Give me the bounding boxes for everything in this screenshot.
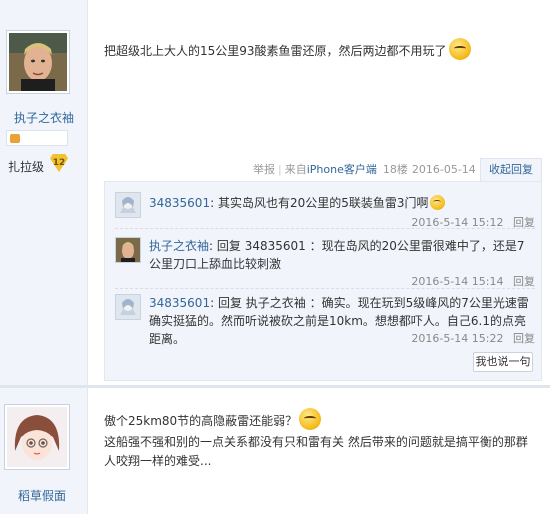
- reply-body: 执子之衣袖: 回复 34835601 ：现在岛风的20公里雷很难中了，还是7公里…: [149, 237, 534, 273]
- say-something-button[interactable]: 我也说一句: [473, 352, 533, 372]
- reply-date: 2016-5-14 15:14: [411, 275, 504, 288]
- meta-separator: |: [278, 162, 282, 176]
- reply-meta: 2016-5-14 15:22 回复: [411, 330, 535, 346]
- reply-avatar-image: [116, 295, 140, 319]
- reply-item: 执子之衣袖: 回复 34835601 ：现在岛风的20公里雷很难中了，还是7公里…: [115, 237, 535, 289]
- reply-avatar[interactable]: [115, 192, 141, 218]
- reply-colon: :: [210, 196, 218, 210]
- reply-prefix: 回复 34835601 ：: [216, 239, 322, 253]
- report-link[interactable]: 举报: [253, 161, 275, 177]
- smiley-icon: [299, 408, 322, 430]
- post2-author-panel: 稻草假面: [0, 388, 88, 514]
- post2-line2: 这船强不强和别的一点关系都没有只和雷有关 然后带来的问题就是搞平衡的那群人咬翔一…: [104, 435, 528, 468]
- reply-item: 34835601: 其实岛风也有20公里的5联装鱼雷3门啊 2016-5-14 …: [115, 192, 535, 229]
- post1-content-text: 把超级北上大人的15公里93酸素鱼雷还原，然后两边都不用玩了: [104, 44, 447, 58]
- post2-username[interactable]: 稻草假面: [18, 487, 66, 504]
- reply-colon: :: [210, 296, 218, 310]
- rank-badge-icon: 12: [50, 154, 68, 172]
- post2-content: 傲个25km80节的高隐蔽雷还能弱？ 这船强不强和别的一点关系都没有只和雷有关 …: [104, 408, 534, 471]
- post1-username[interactable]: 执子之衣袖: [14, 109, 74, 126]
- avatar-image: [7, 407, 67, 467]
- reply-link[interactable]: 回复: [513, 332, 535, 345]
- rank-label[interactable]: 扎拉级: [8, 158, 44, 175]
- reply-text: 其实岛风也有20公里的5联装鱼雷3门啊: [217, 196, 429, 210]
- post1-content: 把超级北上大人的15公里93酸素鱼雷还原，然后两边都不用玩了: [104, 38, 524, 61]
- reply-avatar[interactable]: [115, 294, 141, 320]
- avatar[interactable]: [6, 30, 70, 94]
- reply-username[interactable]: 34835601: [149, 196, 210, 210]
- avatar-image: [9, 33, 67, 93]
- post1-author-panel: 执子之衣袖 扎拉级 12: [0, 0, 88, 385]
- smiley-icon: [448, 38, 471, 60]
- avatar[interactable]: [4, 404, 70, 470]
- reply-item: 34835601: 回复 执子之衣袖 ：确实。现在玩到5级峰风的7公里光速雷确实…: [115, 294, 535, 346]
- medal-icon[interactable]: [10, 134, 20, 143]
- reply-body: 34835601: 其实岛风也有20公里的5联装鱼雷3门啊: [149, 194, 534, 212]
- reply-username[interactable]: 执子之衣袖: [149, 239, 209, 253]
- client-link[interactable]: iPhone客户端: [307, 161, 377, 177]
- reply-meta: 2016-5-14 15:14 回复: [411, 273, 535, 289]
- reply-avatar-image: [116, 238, 140, 262]
- reply-divider: [115, 228, 535, 229]
- collapse-replies-button[interactable]: 收起回复: [480, 158, 542, 182]
- reply-username[interactable]: 34835601: [149, 296, 210, 310]
- from-prefix: 来自: [284, 163, 307, 176]
- reply-prefix: 回复 执子之衣袖 ：: [217, 296, 322, 310]
- reply-avatar[interactable]: [115, 237, 141, 263]
- reply-box: 34835601: 其实岛风也有20公里的5联装鱼雷3门啊 2016-5-14 …: [104, 181, 542, 381]
- reply-avatar-image: [116, 193, 140, 217]
- post2-line1-text: 傲个25km80节的高隐蔽雷还能弱？: [104, 414, 298, 428]
- reply-link[interactable]: 回复: [513, 275, 535, 288]
- medal-box: [6, 130, 68, 146]
- floor-number: 18楼: [382, 163, 408, 176]
- post2-line1: 傲个25km80节的高隐蔽雷还能弱？: [104, 408, 534, 431]
- reply-divider: [115, 288, 535, 289]
- smiley-icon: [430, 195, 446, 210]
- reply-date: 2016-5-14 15:22: [411, 332, 504, 345]
- reply-colon: :: [209, 239, 217, 253]
